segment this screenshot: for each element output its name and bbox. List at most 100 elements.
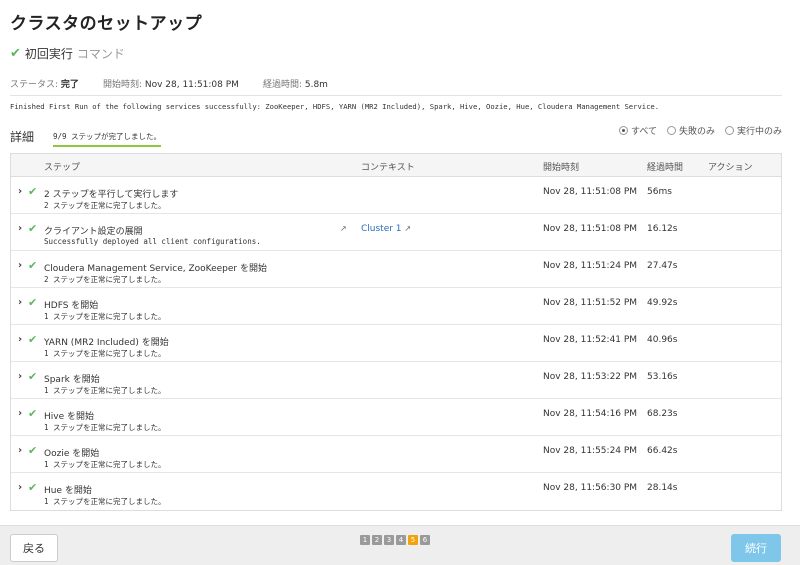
checkmark-icon: ✔ <box>28 444 38 457</box>
expand-chevron-icon[interactable]: › <box>18 297 22 308</box>
table-row: › ✔ Spark を開始 1 ステップを正常に完了しました。 Nov 28, … <box>11 362 781 399</box>
elapsed-label: 経過時間: <box>262 80 302 90</box>
step-elapsed: 49.92s <box>647 298 678 308</box>
command-header: ✔ 初回実行 コマンド <box>10 45 125 62</box>
table-header: ステップ コンテキスト 開始時刻 経過時間 アクション <box>11 154 781 177</box>
checkmark-icon: ✔ <box>28 222 38 235</box>
filter-failed-only[interactable]: 失敗のみ <box>666 124 715 137</box>
expand-chevron-icon[interactable]: › <box>18 371 22 382</box>
wizard-page-indicator: 1 2 3 4 5 6 <box>360 535 430 545</box>
step-elapsed: 66.42s <box>647 446 678 456</box>
details-heading: 詳細 <box>10 130 35 144</box>
checkmark-icon: ✔ <box>28 333 38 346</box>
table-row: › ✔ HDFS を開始 1 ステップを正常に完了しました。 Nov 28, 1… <box>11 288 781 325</box>
external-link-icon[interactable]: ↗ <box>340 224 347 233</box>
command-name: 初回実行 <box>24 47 73 61</box>
back-button[interactable]: 戻る <box>10 534 58 562</box>
filter-all[interactable]: すべて <box>618 124 657 137</box>
step-summary: 1 ステップを正常に完了しました。 <box>44 386 166 395</box>
divider <box>10 95 782 96</box>
checkmark-icon: ✔ <box>28 481 38 494</box>
radio-icon[interactable] <box>666 126 676 135</box>
checkmark-icon: ✔ <box>28 185 38 198</box>
step-title: Cloudera Management Service, ZooKeeper を… <box>44 264 267 274</box>
external-link-icon: ↗ <box>404 224 412 233</box>
step-start-time: Nov 28, 11:51:24 PM <box>543 261 638 271</box>
step-start-time: Nov 28, 11:51:08 PM <box>543 224 638 234</box>
step-elapsed: 28.14s <box>647 483 678 493</box>
command-type: コマンド <box>76 47 125 61</box>
step-summary: 2 ステップを正常に完了しました。 <box>44 275 166 284</box>
page-indicator[interactable]: 6 <box>420 535 430 545</box>
page-indicator[interactable]: 2 <box>372 535 382 545</box>
table-row: › ✔ Hue を開始 1 ステップを正常に完了しました。 Nov 28, 11… <box>11 473 781 510</box>
checkmark-icon: ✔ <box>28 259 38 272</box>
step-elapsed: 53.16s <box>647 372 678 382</box>
status-row: ステータス: 完了 開始時刻: Nov 28, 11:51:08 PM 経過時間… <box>10 77 352 90</box>
column-header-elapsed: 経過時間 <box>647 163 684 173</box>
step-start-time: Nov 28, 11:53:22 PM <box>543 372 638 382</box>
step-start-time: Nov 28, 11:56:30 PM <box>543 483 638 493</box>
table-row: › ✔ YARN (MR2 Included) を開始 1 ステップを正常に完了… <box>11 325 781 362</box>
table-row: › ✔ Oozie を開始 1 ステップを正常に完了しました。 Nov 28, … <box>11 436 781 473</box>
step-elapsed: 68.23s <box>647 409 678 419</box>
expand-chevron-icon[interactable]: › <box>18 408 22 419</box>
step-start-time: Nov 28, 11:51:52 PM <box>543 298 638 308</box>
result-message: Finished First Run of the following serv… <box>10 102 660 111</box>
page-indicator[interactable]: 3 <box>384 535 394 545</box>
checkmark-icon: ✔ <box>28 296 38 309</box>
step-start-time: Nov 28, 11:52:41 PM <box>543 335 638 345</box>
page-indicator-active[interactable]: 5 <box>408 535 418 545</box>
checkmark-icon: ✔ <box>28 407 38 420</box>
expand-chevron-icon[interactable]: › <box>18 260 22 271</box>
step-title: Spark を開始 <box>44 375 100 385</box>
continue-button[interactable]: 続行 <box>731 534 781 562</box>
expand-chevron-icon[interactable]: › <box>18 334 22 345</box>
page-title: クラスタのセットアップ <box>10 14 203 34</box>
checkmark-icon: ✔ <box>10 46 21 61</box>
radio-icon[interactable] <box>724 126 734 135</box>
step-title: Oozie を開始 <box>44 449 100 459</box>
expand-chevron-icon[interactable]: › <box>18 482 22 493</box>
step-start-time: Nov 28, 11:54:16 PM <box>543 409 638 419</box>
column-header-action: アクション <box>708 163 753 173</box>
step-summary: 1 ステップを正常に完了しました。 <box>44 312 166 321</box>
expand-chevron-icon[interactable]: › <box>18 223 22 234</box>
table-row: › ✔ クライアント設定の展開 Successfully deployed al… <box>11 214 781 251</box>
step-elapsed: 16.12s <box>647 224 678 234</box>
radio-selected-icon[interactable] <box>618 126 628 135</box>
step-title: 2 ステップを平行して実行します <box>44 190 179 200</box>
context-link[interactable]: Cluster 1 ↗ <box>361 224 411 234</box>
filter-running-only[interactable]: 実行中のみ <box>724 124 782 137</box>
filter-group: すべて 失敗のみ 実行中のみ <box>618 124 782 137</box>
step-title: YARN (MR2 Included) を開始 <box>44 338 169 348</box>
expand-chevron-icon[interactable]: › <box>18 186 22 197</box>
step-title: Hive を開始 <box>44 412 94 422</box>
step-summary: 1 ステップを正常に完了しました。 <box>44 349 166 358</box>
step-elapsed: 27.47s <box>647 261 678 271</box>
table-row: › ✔ Cloudera Management Service, ZooKeep… <box>11 251 781 288</box>
table-row: › ✔ Hive を開始 1 ステップを正常に完了しました。 Nov 28, 1… <box>11 399 781 436</box>
expand-chevron-icon[interactable]: › <box>18 445 22 456</box>
status-value: 完了 <box>60 80 79 90</box>
column-header-context: コンテキスト <box>361 163 415 173</box>
page-indicator[interactable]: 1 <box>360 535 370 545</box>
step-summary: 1 ステップを正常に完了しました。 <box>44 497 166 506</box>
elapsed-value: 5.8m <box>304 80 328 90</box>
status-label: ステータス: <box>10 80 59 90</box>
step-elapsed: 40.96s <box>647 335 678 345</box>
column-header-start: 開始時刻 <box>543 163 580 173</box>
step-title: HDFS を開始 <box>44 301 99 311</box>
step-start-time: Nov 28, 11:51:08 PM <box>543 187 638 197</box>
progress-summary[interactable]: 9/9 ステップが完了しました。 <box>53 131 162 147</box>
step-summary: 1 ステップを正常に完了しました。 <box>44 460 166 469</box>
start-time-label: 開始時刻: <box>102 80 142 90</box>
page-indicator[interactable]: 4 <box>396 535 406 545</box>
step-title: クライアント設定の展開 <box>44 227 143 237</box>
table-row: › ✔ 2 ステップを平行して実行します 2 ステップを正常に完了しました。 N… <box>11 177 781 214</box>
checkmark-icon: ✔ <box>28 370 38 383</box>
step-summary: 2 ステップを正常に完了しました。 <box>44 201 166 210</box>
start-time-value: Nov 28, 11:51:08 PM <box>144 80 239 90</box>
step-start-time: Nov 28, 11:55:24 PM <box>543 446 638 456</box>
step-elapsed: 56ms <box>647 187 672 197</box>
